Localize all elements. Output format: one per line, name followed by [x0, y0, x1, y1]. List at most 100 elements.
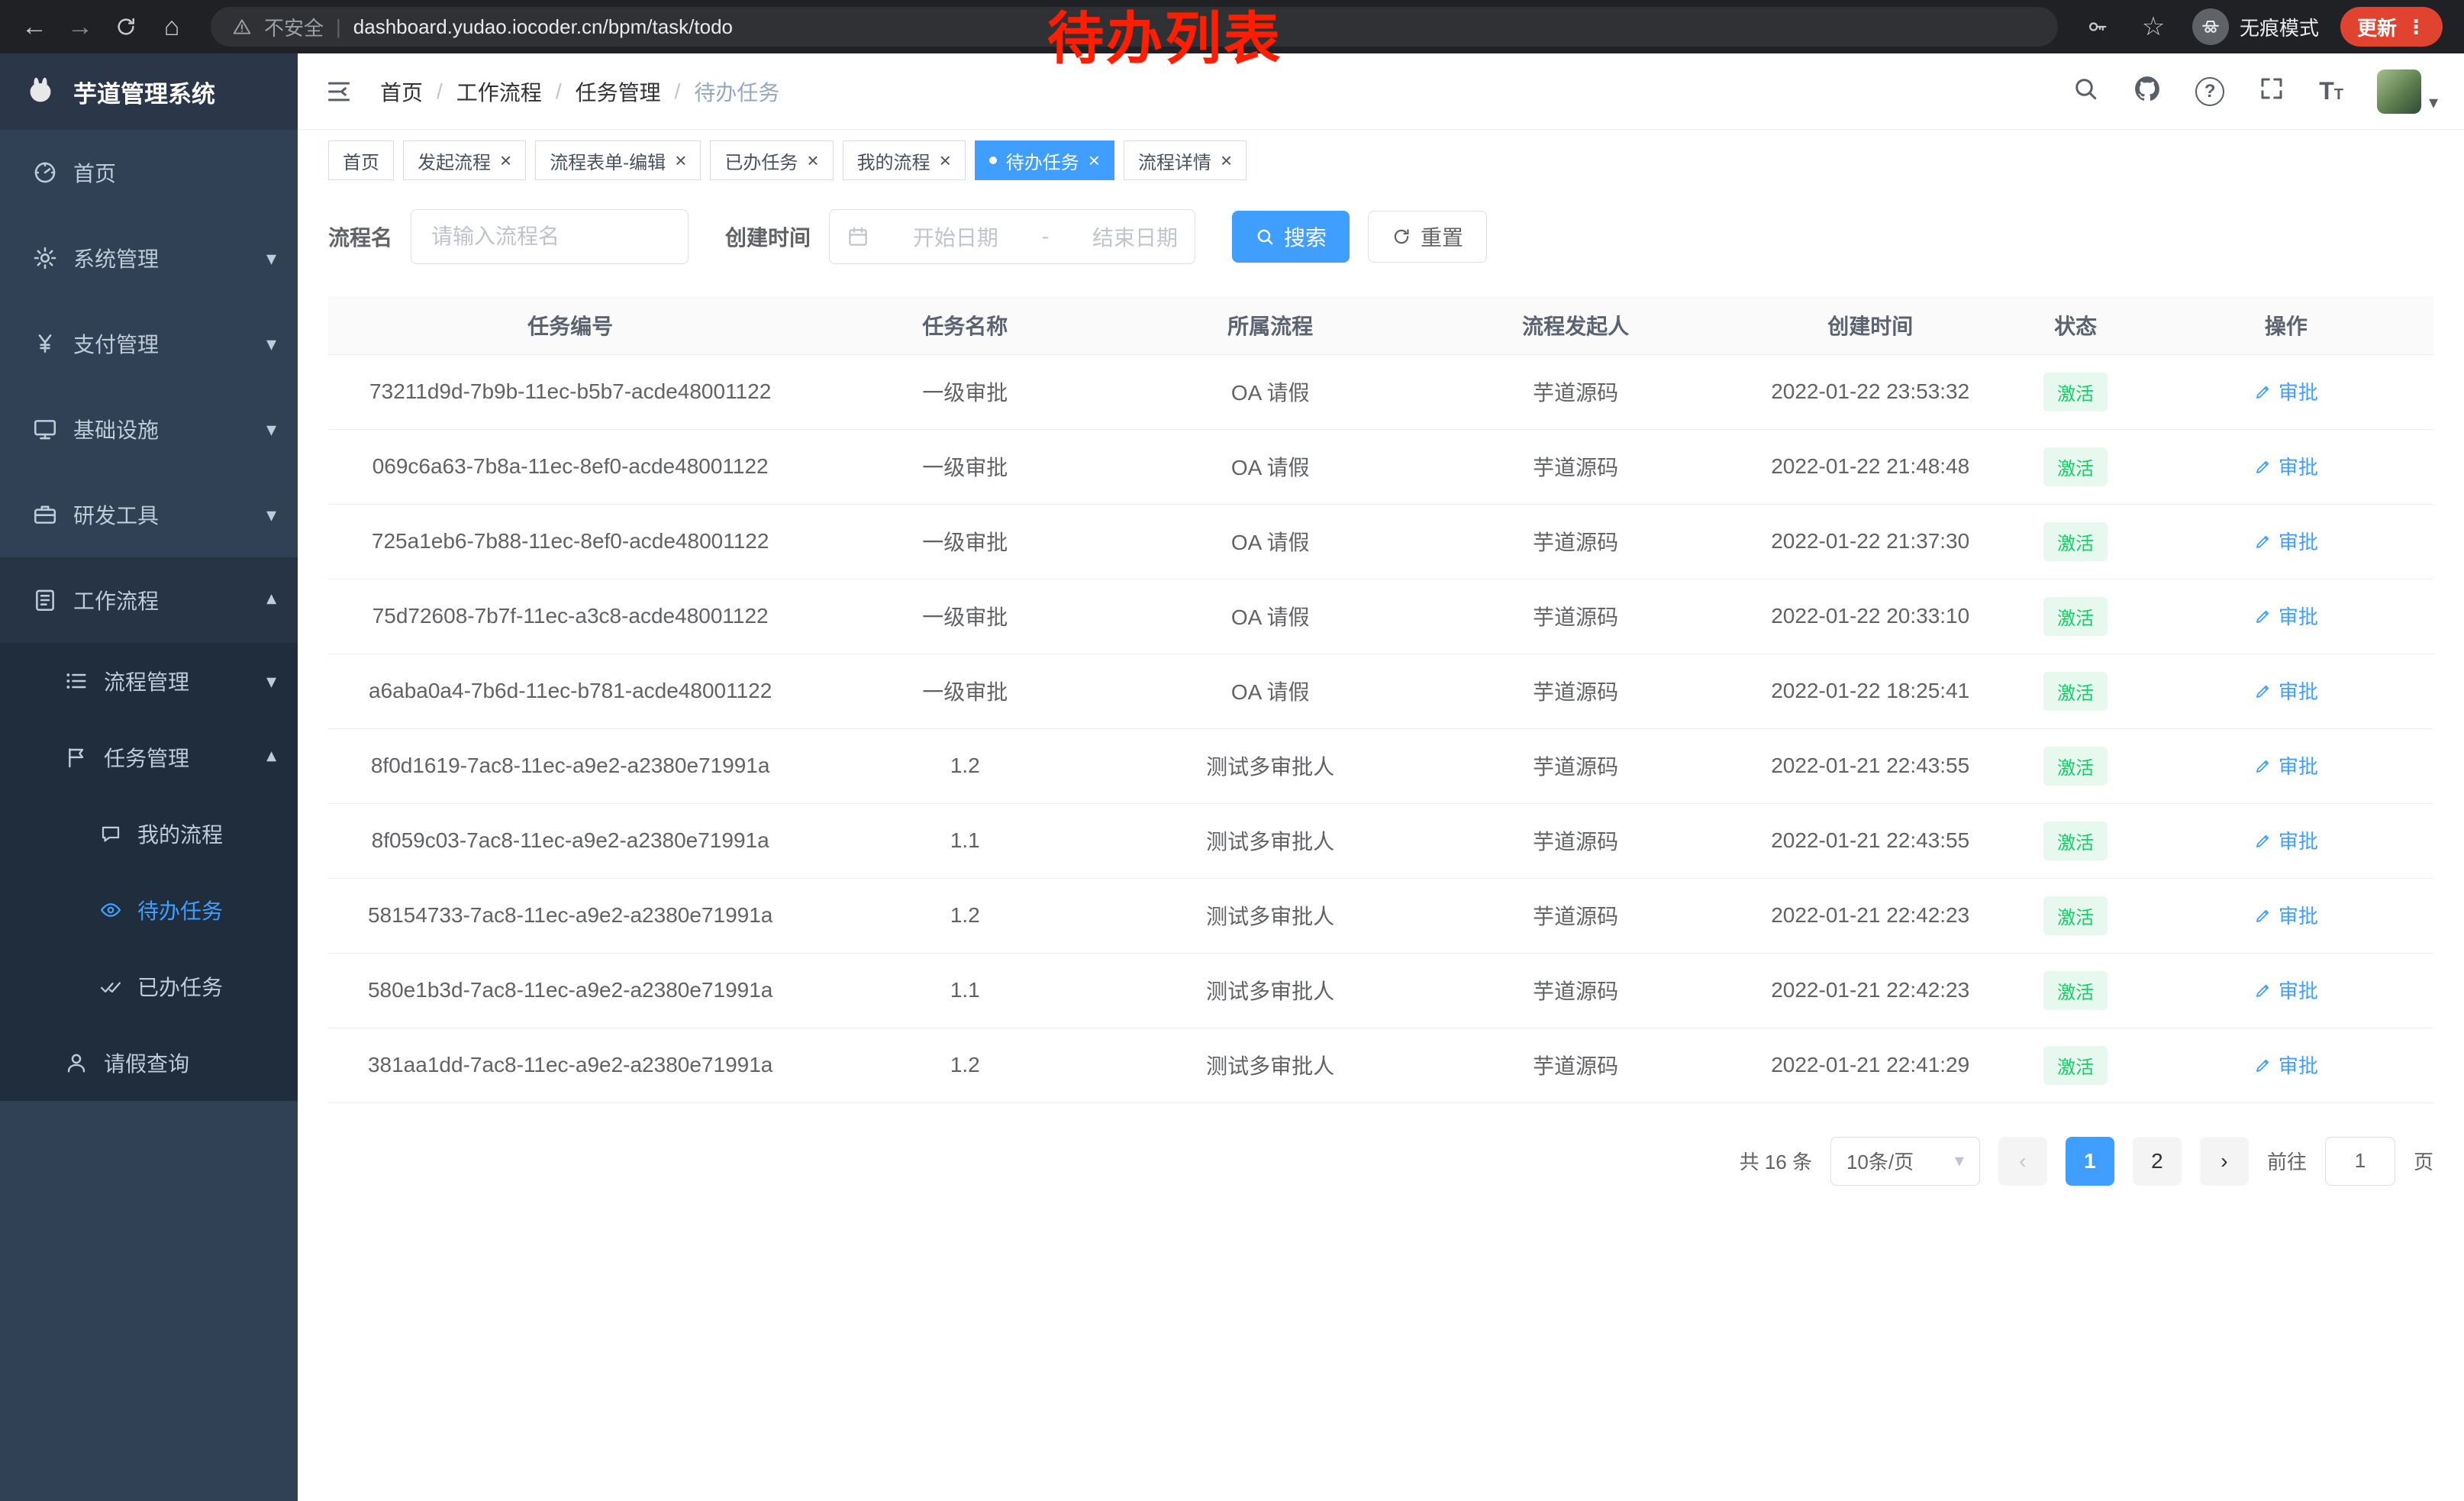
table-row: a6aba0a4-7b6d-11ec-b781-acde48001122 一级审… [328, 654, 2433, 728]
cell-initiator: 芋道源码 [1423, 654, 1728, 728]
tab-start-process[interactable]: 发起流程× [403, 140, 526, 180]
approve-link[interactable]: 审批 [2254, 602, 2318, 630]
cell-action: 审批 [2139, 654, 2433, 728]
sidebar-item-todo-tasks[interactable]: 待办任务 [0, 872, 298, 948]
annotation-overlay: 待办列表 [1047, 8, 1282, 69]
tab-process-detail[interactable]: 流程详情× [1124, 140, 1247, 180]
tab-close-icon[interactable]: × [500, 150, 511, 170]
prev-page-button[interactable]: ‹ [1998, 1137, 2047, 1186]
kebab-menu-icon[interactable]: ⋮ [2406, 15, 2426, 39]
tab-todo-tasks[interactable]: 待办任务× [975, 140, 1114, 180]
tab-close-icon[interactable]: × [940, 150, 951, 170]
approve-link[interactable]: 审批 [2254, 751, 2318, 780]
tab-close-icon[interactable]: × [1221, 150, 1232, 170]
app-logo: 芋道管理系统 [0, 53, 298, 130]
security-warning-icon [232, 17, 252, 37]
fullscreen-icon[interactable] [2258, 75, 2285, 108]
incognito-label: 无痕模式 [2240, 13, 2319, 41]
cell-task-name: 一级审批 [812, 654, 1118, 728]
col-task-id: 任务编号 [328, 296, 812, 354]
cell-created: 2022-01-22 21:37:30 [1728, 504, 2012, 579]
cell-action: 审批 [2139, 1028, 2433, 1102]
cell-process: OA 请假 [1118, 654, 1423, 728]
approve-link[interactable]: 审批 [2254, 1051, 2318, 1079]
chevron-down-icon: ▾ [266, 503, 276, 527]
security-warning-label: 不安全 [264, 13, 324, 41]
incognito-badge[interactable]: 无痕模式 [2192, 8, 2319, 45]
cell-initiator: 芋道源码 [1423, 429, 1728, 504]
dashboard-icon [32, 160, 58, 186]
tab-close-icon[interactable]: × [807, 150, 818, 170]
sidebar-item-task-mgmt[interactable]: 任务管理 ▾ [0, 719, 298, 796]
help-icon[interactable]: ? [2195, 77, 2224, 106]
github-icon[interactable] [2133, 74, 2162, 108]
sidebar-item-my-processes[interactable]: 我的流程 [0, 796, 298, 872]
url-divider: | [336, 15, 341, 39]
breadcrumb-home[interactable]: 首页 [380, 76, 423, 107]
sidebar-item-system-mgmt[interactable]: 系统管理 ▾ [0, 215, 298, 301]
cell-task-id: a6aba0a4-7b6d-11ec-b781-acde48001122 [328, 654, 812, 728]
cell-initiator: 芋道源码 [1423, 728, 1728, 803]
page-size-select[interactable]: 10条/页 ▾ [1830, 1137, 1980, 1186]
sidebar-item-home[interactable]: 首页 [0, 130, 298, 215]
cell-created: 2022-01-22 21:48:48 [1728, 429, 2012, 504]
tab-home[interactable]: 首页 [328, 140, 394, 180]
back-icon[interactable]: ← [17, 9, 52, 44]
sidebar-item-workflow[interactable]: 工作流程 ▾ [0, 557, 298, 643]
approve-link[interactable]: 审批 [2254, 901, 2318, 929]
avatar[interactable] [2377, 69, 2421, 114]
cell-task-name: 1.2 [812, 728, 1118, 803]
table-row: 069c6a63-7b8a-11ec-8ef0-acde48001122 一级审… [328, 429, 2433, 504]
approve-link[interactable]: 审批 [2254, 826, 2318, 854]
process-name-input[interactable] [411, 209, 689, 264]
reset-button[interactable]: 重置 [1368, 211, 1487, 263]
rabbit-logo-icon [23, 74, 58, 109]
cell-created: 2022-01-21 22:41:29 [1728, 1028, 2012, 1102]
cell-initiator: 芋道源码 [1423, 803, 1728, 878]
sidebar-item-infrastructure[interactable]: 基础设施 ▾ [0, 386, 298, 472]
approve-link[interactable]: 审批 [2254, 527, 2318, 555]
pencil-icon [2254, 607, 2272, 625]
breadcrumb-task-mgmt[interactable]: 任务管理 [576, 76, 661, 107]
breadcrumb-workflow[interactable]: 工作流程 [456, 76, 542, 107]
approve-link[interactable]: 审批 [2254, 676, 2318, 705]
tab-my-processes[interactable]: 我的流程× [843, 140, 966, 180]
bookmark-star-icon[interactable]: ☆ [2136, 9, 2171, 44]
user-menu[interactable]: ▾ [2377, 69, 2438, 114]
sidebar-item-dev-tools[interactable]: 研发工具 ▾ [0, 472, 298, 557]
status-badge: 激活 [2043, 373, 2108, 412]
update-label: 更新 [2357, 13, 2397, 41]
page-button-2[interactable]: 2 [2133, 1137, 2182, 1186]
cell-process: OA 请假 [1118, 354, 1423, 429]
cell-process: 测试多审批人 [1118, 728, 1423, 803]
cell-task-name: 1.1 [812, 953, 1118, 1028]
sidebar-item-done-tasks[interactable]: 已办任务 [0, 948, 298, 1025]
browser-update-button[interactable]: 更新 ⋮ [2340, 7, 2443, 47]
approve-link[interactable]: 审批 [2254, 377, 2318, 405]
date-range-separator: - [1042, 224, 1049, 249]
goto-page-input[interactable] [2325, 1137, 2395, 1186]
home-icon[interactable]: ⌂ [154, 9, 189, 44]
approve-link[interactable]: 审批 [2254, 976, 2318, 1004]
sidebar-item-process-mgmt[interactable]: 流程管理 ▾ [0, 643, 298, 719]
tab-close-icon[interactable]: × [1088, 150, 1100, 170]
forward-icon[interactable]: → [63, 9, 98, 44]
font-size-icon[interactable]: TT [2319, 77, 2343, 105]
approve-link[interactable]: 审批 [2254, 452, 2318, 480]
tab-process-form-edit[interactable]: 流程表单-编辑× [535, 140, 701, 180]
search-icon[interactable] [2072, 75, 2099, 108]
search-button[interactable]: 搜索 [1232, 211, 1350, 263]
sidebar-item-payment-mgmt[interactable]: 支付管理 ▾ [0, 301, 298, 386]
refresh-icon[interactable] [108, 9, 144, 44]
page-button-1[interactable]: 1 [2066, 1137, 2114, 1186]
tab-done-tasks[interactable]: 已办任务× [710, 140, 833, 180]
sidebar-item-leave-query[interactable]: 请假查询 [0, 1025, 298, 1101]
col-task-name: 任务名称 [812, 296, 1118, 354]
tab-close-icon[interactable]: × [675, 150, 686, 170]
next-page-button[interactable]: › [2200, 1137, 2249, 1186]
chevron-down-icon: ▾ [266, 332, 276, 356]
key-icon[interactable] [2079, 9, 2114, 44]
date-range-picker[interactable]: 开始日期 - 结束日期 [829, 209, 1195, 264]
chevron-up-icon: ▾ [266, 746, 276, 770]
sidebar-fold-icon[interactable] [324, 76, 354, 107]
